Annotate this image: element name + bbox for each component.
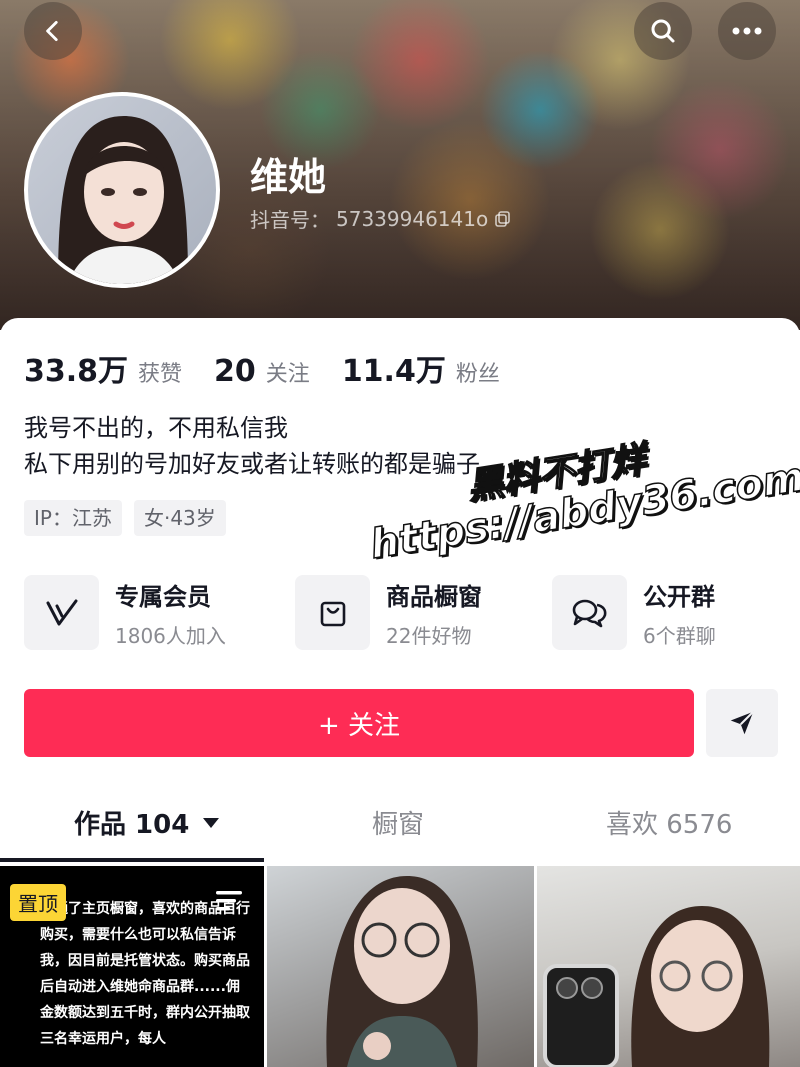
profile-sheet: 33.8万 获赞 20 关注 11.4万 粉丝 我号不出的，不用私信我 私下用别… [0, 318, 800, 1067]
stats-row: 33.8万 获赞 20 关注 11.4万 粉丝 [24, 346, 532, 390]
service-title: 商品橱窗 [386, 582, 482, 611]
video-thumbnail[interactable] [267, 866, 534, 1067]
share-button[interactable] [706, 689, 778, 757]
bio-line: 私下用别的号加好友或者让转账的都是骗子 [24, 450, 480, 478]
search-button[interactable] [634, 2, 692, 60]
stat-following[interactable]: 20 关注 [214, 354, 310, 389]
stat-followers[interactable]: 11.4万 粉丝 [342, 346, 500, 390]
caret-down-icon[interactable] [201, 816, 221, 830]
nickname: 维她 [250, 155, 327, 199]
tab-likes[interactable]: 喜欢 6576 [606, 804, 732, 841]
service-title: 专属会员 [115, 582, 211, 611]
stat-value: 33.8万 [24, 354, 129, 389]
douyin-id-value: 57339946141o [336, 206, 489, 231]
service-subtitle: 6个群聊 [643, 623, 716, 648]
stat-value: 11.4万 [341, 354, 446, 389]
service-subtitle: 1806人加入 [115, 623, 226, 648]
ip-location-tag: IP：江苏 [24, 500, 122, 536]
active-tab-indicator [0, 858, 264, 862]
back-button[interactable] [24, 2, 82, 60]
service-shop-window[interactable]: 商品橱窗 22件好物 [295, 575, 482, 650]
avatar-portrait [58, 116, 188, 284]
stat-value: 20 [214, 354, 256, 389]
more-button[interactable] [718, 2, 776, 60]
thumbnail-photo [326, 876, 478, 1067]
more-dots-icon [732, 27, 762, 35]
pinned-post-text: 开通了主页橱窗，喜欢的商品自行购买，需要什么也可以私信告诉我，因目前是托管状态。… [40, 901, 250, 1047]
avatar[interactable] [24, 92, 220, 288]
search-icon [651, 19, 675, 43]
stat-label: 粉丝 [455, 362, 500, 387]
gender-age-tag: 女·43岁 [133, 500, 226, 536]
douyin-id-row[interactable]: 抖音号： 57339946141o [250, 204, 512, 233]
tab-works[interactable]: 作品 104 [74, 804, 221, 841]
bio-line: 我号不出的，不用私信我 [24, 414, 288, 442]
video-thumbnail[interactable]: 置顶 开通了主页橱窗，喜欢的商品自行购买，需要什么也可以私信告诉我，因目前是托管… [0, 866, 264, 1067]
service-public-group[interactable]: 公开群 6个群聊 [552, 575, 716, 650]
bio: 我号不出的，不用私信我 私下用别的号加好友或者让转账的都是骗子 [24, 410, 480, 482]
chevron-left-icon [46, 20, 58, 42]
video-thumbnail[interactable] [537, 866, 800, 1067]
follow-button[interactable]: + 关注 [24, 689, 694, 757]
service-subtitle: 22件好物 [386, 623, 472, 648]
tab-shop-window[interactable]: 橱窗 [372, 804, 424, 841]
service-membership[interactable]: 专属会员 1806人加入 [24, 575, 226, 650]
video-grid: 置顶 开通了主页橱窗，喜欢的商品自行购买，需要什么也可以私信告诉我，因目前是托管… [0, 866, 800, 1067]
profile-tags: IP：江苏 女·43岁 [24, 500, 226, 536]
tab-label: 作品 104 [74, 810, 190, 840]
send-icon [730, 711, 754, 735]
pinned-badge: 置顶 [10, 884, 66, 921]
services-row: 专属会员 1806人加入 商品橱窗 22件好物 公开群 6个群聊 [24, 575, 784, 651]
copy-icon[interactable] [494, 210, 512, 228]
stat-likes[interactable]: 33.8万 获赞 [24, 346, 182, 390]
service-title: 公开群 [643, 582, 715, 611]
content-tabs: 作品 104 橱窗 喜欢 6576 [0, 804, 800, 856]
douyin-id-label: 抖音号： [250, 208, 330, 232]
thumbnail-photo [543, 906, 770, 1067]
chat-bubbles-icon [552, 575, 627, 650]
shopping-bag-icon [295, 575, 370, 650]
stat-label: 获赞 [138, 362, 183, 387]
stat-label: 关注 [265, 362, 310, 387]
vip-icon [24, 575, 99, 650]
